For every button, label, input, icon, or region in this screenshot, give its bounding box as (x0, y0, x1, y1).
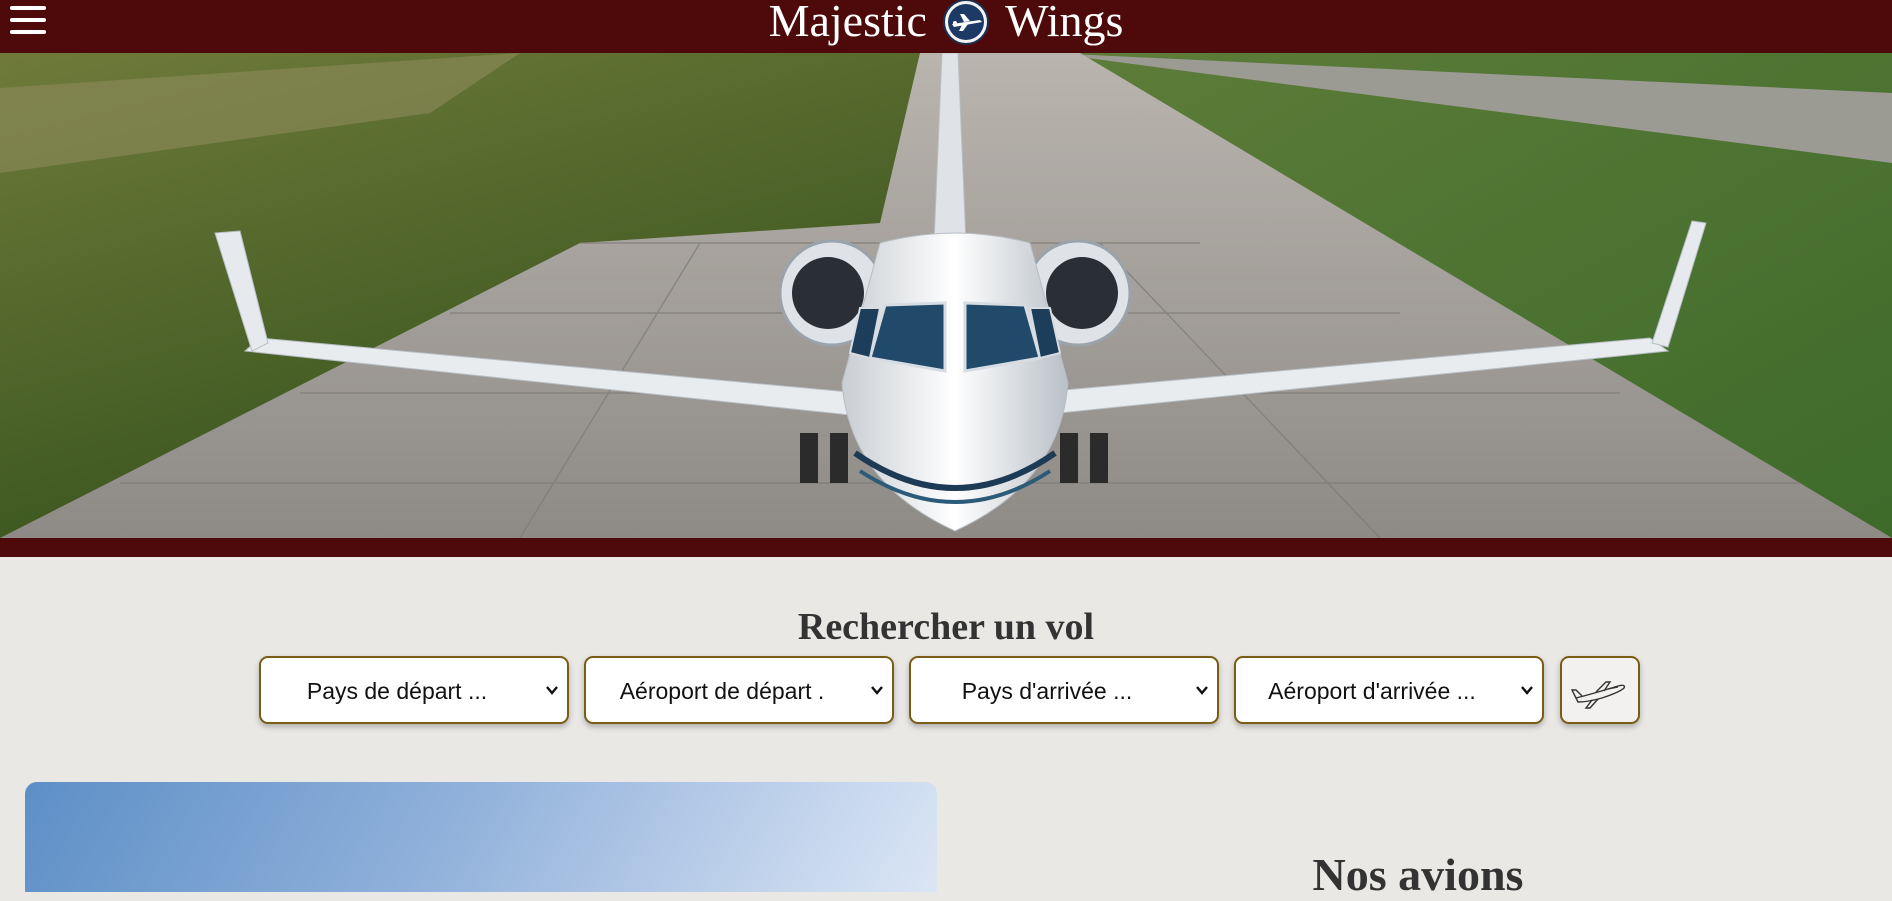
departure-airport-value: Aéroport de départ . (619, 678, 825, 704)
plane-emblem-icon (943, 0, 990, 46)
search-flight-button[interactable] (1560, 656, 1640, 724)
arrival-airport-value: Aéroport d'arrivée ... (1268, 678, 1476, 704)
arrival-country-select[interactable]: Pays d'arrivée ... (909, 656, 1219, 724)
hero-bottom-band (0, 538, 1892, 557)
brand-name-left: Majestic (768, 0, 927, 46)
arrival-country-value: Pays d'arrivée ... (961, 678, 1133, 704)
airplane-icon (1570, 681, 1626, 709)
aircraft-image-card (25, 782, 937, 892)
arrival-airport-select[interactable]: Aéroport d'arrivée ... (1234, 656, 1544, 724)
chevron-down-icon (546, 686, 558, 695)
departure-airport-select[interactable]: Aéroport de départ . (584, 656, 894, 724)
hero-jet-image (0, 53, 1892, 538)
brand-name-right: Wings (1005, 0, 1124, 46)
hero-illustration (0, 53, 1892, 538)
aircraft-section-title: Nos avions (1312, 849, 1524, 900)
chevron-down-icon (871, 686, 883, 695)
departure-country-value: Pays de départ ... (306, 678, 488, 704)
top-navbar: Majestic Wings (0, 0, 1892, 53)
brand-logo[interactable]: Majestic Wings (0, 0, 1892, 49)
chevron-down-icon (1196, 686, 1208, 695)
search-section-title: Rechercher un vol (797, 606, 1095, 648)
departure-country-select[interactable]: Pays de départ ... (259, 656, 569, 724)
chevron-down-icon (1521, 686, 1533, 695)
